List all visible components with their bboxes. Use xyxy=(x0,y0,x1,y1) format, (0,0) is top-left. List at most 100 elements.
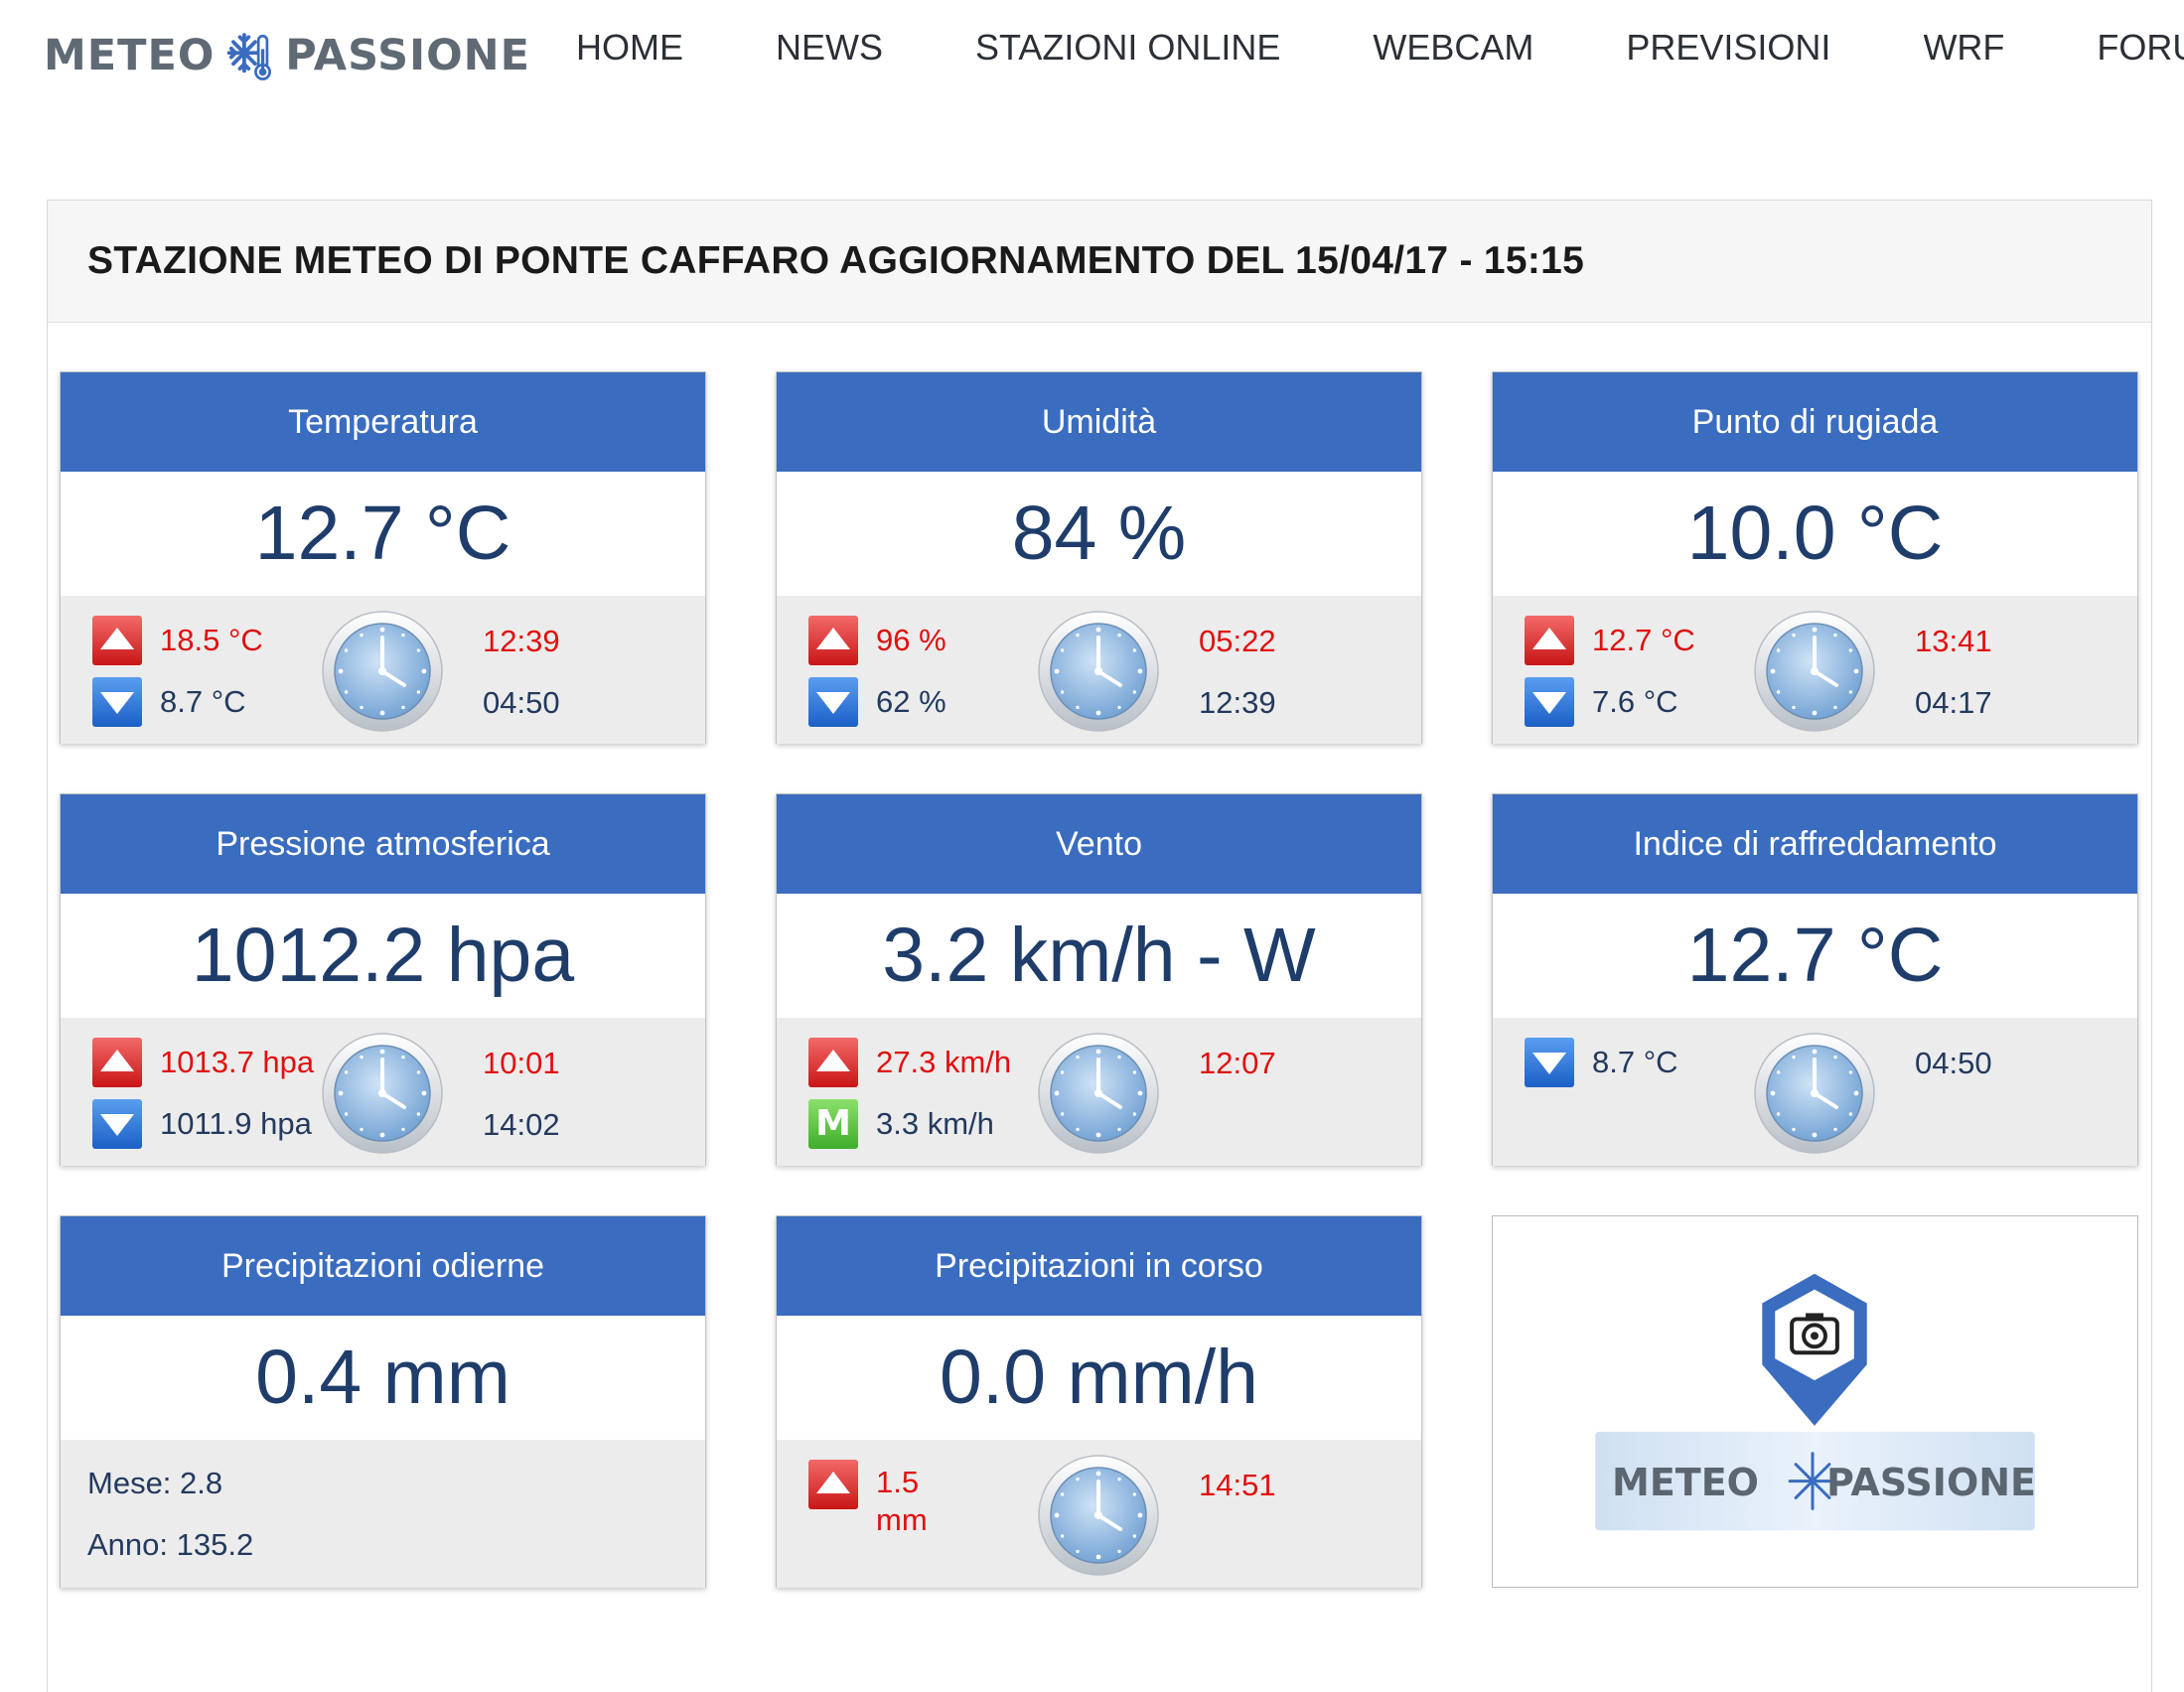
max-value-number: 1.5 xyxy=(876,1465,920,1499)
nav-stazioni-online[interactable]: STAZIONI ONLINE xyxy=(975,27,1280,69)
nav-forum[interactable]: FORU xyxy=(2097,27,2184,69)
clock-icon xyxy=(1753,610,1876,733)
nav-home[interactable]: HOME xyxy=(576,27,683,69)
min-row: 8.7 °C xyxy=(1525,1038,1678,1087)
max-row: 18.5 °C xyxy=(92,616,263,665)
card-title: Punto di rugiada xyxy=(1493,372,2137,472)
max-row: 1013.7 hpa xyxy=(92,1038,314,1087)
logo-card-text-left: METEO xyxy=(1612,1461,1759,1504)
clock-icon xyxy=(321,1032,444,1155)
clock-icon xyxy=(1037,1032,1160,1155)
media-row: M 3.3 km/h xyxy=(808,1099,994,1149)
max-time: 12:39 xyxy=(483,624,560,658)
card-footer: 27.3 km/h M 3.3 km/h 12:07 xyxy=(777,1018,1421,1166)
meteo-passione-camera-logo xyxy=(1595,1273,2035,1531)
rain-month-total: Mese: 2.8 xyxy=(87,1466,223,1500)
min-time: 04:17 xyxy=(1915,685,1992,720)
arrow-down-icon xyxy=(92,1099,142,1149)
card-indice-raffreddamento: Indice di raffreddamento 12.7 °C 8.7 °C … xyxy=(1492,793,2138,1166)
site-logo[interactable]: METEO PASSIONE xyxy=(44,6,530,105)
logo-text-meteo: METEO xyxy=(44,31,216,80)
clock-icon xyxy=(1037,610,1160,733)
snowflake-thermometer-icon xyxy=(227,33,272,80)
min-value: 7.6 °C xyxy=(1592,684,1678,719)
card-footer: 1.5 mm 14:51 xyxy=(777,1440,1421,1588)
max-time: 14:51 xyxy=(1199,1468,1276,1502)
card-vento: Vento 3.2 km/h - W 27.3 km/h M 3.3 km/h 1… xyxy=(776,793,1422,1166)
min-row: 1011.9 hpa xyxy=(92,1099,312,1149)
nav-news[interactable]: NEWS xyxy=(776,27,883,69)
card-title: Temperatura xyxy=(61,372,705,472)
max-row: 96 % xyxy=(808,616,946,665)
max-row: 27.3 km/h xyxy=(808,1038,1011,1087)
card-title: Precipitazioni in corso xyxy=(777,1216,1421,1316)
card-meteo-passione-logo[interactable]: METEO PASSIONE xyxy=(1492,1215,2138,1588)
card-title: Indice di raffreddamento xyxy=(1493,794,2137,894)
max-value: 27.3 km/h xyxy=(876,1045,1012,1079)
min-time: 04:50 xyxy=(483,685,560,720)
min-time: 14:02 xyxy=(483,1107,560,1142)
arrow-down-icon xyxy=(1525,1038,1574,1087)
max-value: 1013.7 hpa xyxy=(160,1045,315,1079)
card-punto-di-rugiada: Punto di rugiada 10.0 °C 12.7 °C 7.6 °C … xyxy=(1492,371,2138,744)
max-value: 18.5 °C xyxy=(160,623,263,657)
arrow-down-icon xyxy=(1525,677,1574,727)
media-m-icon: M xyxy=(808,1099,858,1149)
max-time: 13:41 xyxy=(1915,624,1992,658)
card-value: 10.0 °C xyxy=(1686,491,1944,576)
card-value: 0.4 mm xyxy=(255,1335,510,1420)
nav-wrf[interactable]: WRF xyxy=(1923,27,2004,69)
card-footer: Mese: 2.8 Anno: 135.2 xyxy=(61,1440,705,1588)
arrow-up-icon xyxy=(92,616,142,665)
site-header: METEO PASSIONE HOME NEWS STAZIONI ONLINE… xyxy=(0,0,2184,119)
min-row: 8.7 °C xyxy=(92,677,246,727)
station-title: STAZIONE METEO DI PONTE CAFFARO AGGIORNA… xyxy=(87,239,1585,282)
max-value: 12.7 °C xyxy=(1592,623,1695,657)
min-time: 12:39 xyxy=(1199,685,1276,720)
card-precipitazioni-in-corso: Precipitazioni in corso 0.0 mm/h 1.5 mm … xyxy=(776,1215,1422,1588)
card-title: Vento xyxy=(777,794,1421,894)
main-nav: HOME NEWS STAZIONI ONLINE WEBCAM PREVISI… xyxy=(576,0,2184,94)
nav-previsioni[interactable]: PREVISIONI xyxy=(1626,27,1830,69)
min-value: 8.7 °C xyxy=(1592,1045,1678,1079)
max-value-unit: mm xyxy=(876,1502,928,1537)
nav-webcam[interactable]: WEBCAM xyxy=(1373,27,1533,69)
min-value: 8.7 °C xyxy=(160,684,246,719)
card-precipitazioni-odierne: Precipitazioni odierne 0.4 mm Mese: 2.8 … xyxy=(60,1215,706,1588)
card-value: 1012.2 hpa xyxy=(191,913,575,998)
clock-icon xyxy=(321,610,444,733)
min-row: 62 % xyxy=(808,677,946,727)
card-value: 0.0 mm/h xyxy=(940,1335,1258,1420)
max-time: 12:07 xyxy=(1199,1046,1276,1080)
arrow-down-icon xyxy=(92,677,142,727)
arrow-up-icon xyxy=(92,1038,142,1087)
logo-card-text-right: PASSIONE xyxy=(1826,1461,2037,1504)
min-row: 7.6 °C xyxy=(1525,677,1678,727)
max-row: 12.7 °C xyxy=(1525,616,1695,665)
min-time: 04:50 xyxy=(1915,1046,1992,1080)
card-umidita: Umidità 84 % 96 % 62 % 05:22 12:39 xyxy=(776,371,1422,744)
card-title: Pressione atmosferica xyxy=(61,794,705,894)
card-footer: 12.7 °C 7.6 °C 13:41 04:17 xyxy=(1493,596,2137,744)
card-value: 3.2 km/h - W xyxy=(882,913,1316,998)
max-row: 1.5 mm xyxy=(808,1460,928,1539)
card-temperatura: Temperatura 12.7 °C 18.5 °C 8.7 °C 12:39… xyxy=(60,371,706,744)
max-time: 05:22 xyxy=(1199,624,1276,658)
card-footer: 1013.7 hpa 1011.9 hpa 10:01 14:02 xyxy=(61,1018,705,1166)
station-panel-header: STAZIONE METEO DI PONTE CAFFARO AGGIORNA… xyxy=(48,201,2151,323)
media-icon-letter: M xyxy=(815,1103,851,1144)
card-value: 12.7 °C xyxy=(254,491,511,576)
card-footer: 18.5 °C 8.7 °C 12:39 04:50 xyxy=(61,596,705,744)
min-value: 62 % xyxy=(876,684,946,719)
logo-text-passione: PASSIONE xyxy=(285,31,530,80)
card-footer: 96 % 62 % 05:22 12:39 xyxy=(777,596,1421,744)
rain-year-total: Anno: 135.2 xyxy=(87,1527,254,1562)
arrow-up-icon xyxy=(1525,616,1574,665)
arrow-up-icon xyxy=(808,1038,858,1087)
media-value: 3.3 km/h xyxy=(876,1106,994,1141)
card-value: 84 % xyxy=(1011,491,1187,576)
min-value: 1011.9 hpa xyxy=(160,1106,312,1141)
max-time: 10:01 xyxy=(483,1046,560,1080)
arrow-up-icon xyxy=(808,616,858,665)
max-value: 96 % xyxy=(876,623,946,657)
